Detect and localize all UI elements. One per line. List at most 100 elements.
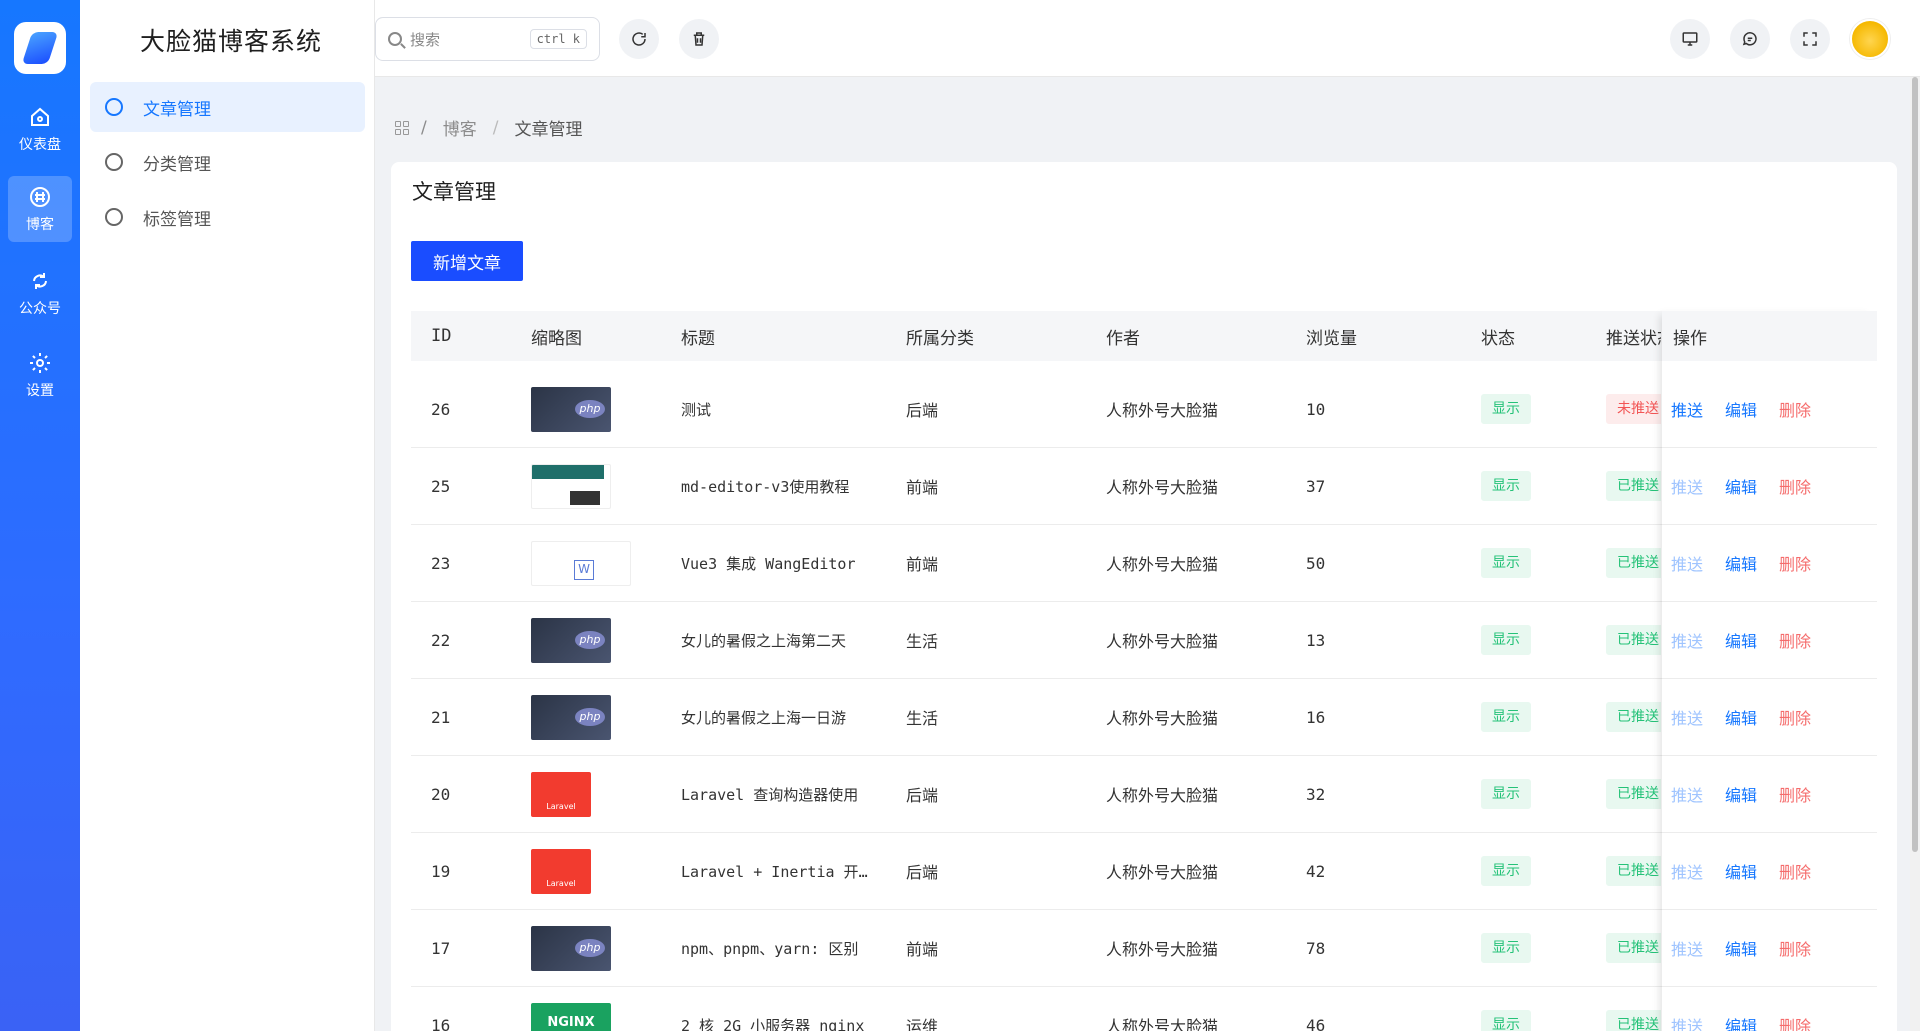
cell-push: 未推送 xyxy=(1606,394,1661,424)
table-body: 26测试后端人称外号大脸猫10显示未推送推送编辑删除25md-editor-v3… xyxy=(411,361,1877,1031)
edit-button[interactable]: 编辑 xyxy=(1725,1013,1757,1031)
cell-status: 显示 xyxy=(1481,471,1531,501)
push-button[interactable]: 推送 xyxy=(1671,397,1703,421)
table-row: 23 Vue3 集成 WangEditor 前端 人称外号大脸猫 50 显示 已推送推送编辑… xyxy=(411,525,1877,602)
edit-button[interactable]: 编辑 xyxy=(1725,859,1757,883)
cell-ops: 推送 编辑 删除 xyxy=(1671,936,1811,960)
cell-id: 16 xyxy=(431,1015,451,1031)
page-scrollbar[interactable] xyxy=(1910,77,1920,1031)
cell-thumb xyxy=(531,540,631,586)
delete-button[interactable]: 删除 xyxy=(1779,474,1811,498)
edit-button[interactable]: 编辑 xyxy=(1725,474,1757,498)
delete-button[interactable]: 删除 xyxy=(1779,936,1811,960)
edit-button[interactable]: 编辑 xyxy=(1725,705,1757,729)
edit-button[interactable]: 编辑 xyxy=(1725,397,1757,421)
push-button[interactable]: 推送 xyxy=(1671,705,1703,729)
fullscreen-icon xyxy=(1803,32,1817,46)
delete-button[interactable]: 删除 xyxy=(1779,397,1811,421)
cell-category: 后端 xyxy=(906,401,939,420)
table-row: 16 2 核 2G 小服务器 nginx 运维 人称外号大脸猫 46 显示 已推送推送 编辑 删… xyxy=(411,987,1877,1031)
cell-ops: 推送 编辑 删除 xyxy=(1671,628,1811,652)
cell-status: 显示 xyxy=(1481,856,1531,886)
push-status-badge: 已推送 xyxy=(1606,471,1661,501)
cell-thumb xyxy=(531,617,611,663)
cell-author: 人称外号大脸猫 xyxy=(1106,940,1219,959)
delete-button[interactable]: 删除 xyxy=(1779,859,1811,883)
submenu-item-categories[interactable]: 分类管理 xyxy=(90,137,365,187)
table-row: 22 女儿的暑假之上海第二天 生活 人称外号大脸猫 13 显示 已推送推送编辑删除 xyxy=(411,602,1877,679)
clear-cache-button[interactable] xyxy=(679,19,719,59)
cell-views: 42 xyxy=(1306,861,1326,881)
cell-author: 人称外号大脸猫 xyxy=(1106,786,1219,805)
delete-button[interactable]: 删除 xyxy=(1779,628,1811,652)
user-avatar[interactable] xyxy=(1850,19,1890,59)
thumbnail-image xyxy=(531,463,611,509)
cell-id: 26 xyxy=(431,399,451,419)
push-button[interactable]: 推送 xyxy=(1671,936,1703,960)
rail-item-blog[interactable]: 博客 xyxy=(8,176,72,242)
chat-icon xyxy=(1742,32,1757,46)
rail-item-dashboard[interactable]: 仪表盘 xyxy=(8,96,72,162)
cell-thumb xyxy=(531,386,611,432)
delete-button[interactable]: 删除 xyxy=(1779,1013,1811,1031)
refresh-button[interactable] xyxy=(619,19,659,59)
cell-id: 23 xyxy=(431,553,451,573)
fullscreen-button[interactable] xyxy=(1790,19,1830,59)
cell-views: 32 xyxy=(1306,784,1326,804)
breadcrumb-parent[interactable]: 博客 xyxy=(443,115,477,140)
cell-id: 21 xyxy=(431,707,451,727)
search-input[interactable]: 搜索 ctrl k xyxy=(375,17,600,61)
push-button[interactable]: 推送 xyxy=(1671,628,1703,652)
message-button[interactable] xyxy=(1730,19,1770,59)
delete-button[interactable]: 删除 xyxy=(1779,705,1811,729)
status-badge: 显示 xyxy=(1481,394,1531,424)
col-ops: 操作 xyxy=(1673,328,1707,349)
status-badge: 显示 xyxy=(1481,471,1531,501)
submenu-item-tags[interactable]: 标签管理 xyxy=(90,192,365,242)
push-button[interactable]: 推送 xyxy=(1671,859,1703,883)
edit-button[interactable]: 编辑 xyxy=(1725,628,1757,652)
search-shortcut: ctrl k xyxy=(529,29,587,49)
delete-button[interactable]: 删除 xyxy=(1779,782,1811,806)
cell-id: 20 xyxy=(431,784,451,804)
cell-category: 运维 xyxy=(906,1017,939,1031)
delete-button[interactable]: 删除 xyxy=(1779,551,1811,575)
cell-author: 人称外号大脸猫 xyxy=(1106,1017,1219,1031)
trash-icon xyxy=(693,32,705,46)
app-logo[interactable] xyxy=(14,22,66,74)
screen-button[interactable] xyxy=(1670,19,1710,59)
cell-title: 测试 xyxy=(681,400,712,419)
cell-title: npm、pnpm、yarn: 区别 xyxy=(681,939,859,958)
push-button[interactable]: 推送 xyxy=(1671,782,1703,806)
edit-button[interactable]: 编辑 xyxy=(1725,551,1757,575)
rail-item-settings[interactable]: 设置 xyxy=(8,342,72,408)
cell-category: 生活 xyxy=(906,632,939,651)
cell-views: 46 xyxy=(1306,1015,1326,1031)
push-button[interactable]: 推送 xyxy=(1671,474,1703,498)
monitor-icon xyxy=(1682,32,1698,46)
push-button[interactable]: 推送 xyxy=(1671,1013,1703,1031)
thumbnail-image xyxy=(531,1002,611,1031)
status-badge: 显示 xyxy=(1481,779,1531,809)
col-author: 作者 xyxy=(1106,328,1140,349)
cell-author: 人称外号大脸猫 xyxy=(1106,478,1219,497)
rail-item-label: 博客 xyxy=(26,217,54,233)
thumbnail-image xyxy=(531,771,591,817)
push-button[interactable]: 推送 xyxy=(1671,551,1703,575)
cell-title: Laravel + Inertia 开发 xyxy=(681,862,871,881)
rail-item-wechat[interactable]: 公众号 xyxy=(8,260,72,326)
edit-button[interactable]: 编辑 xyxy=(1725,782,1757,806)
cell-views: 13 xyxy=(1306,630,1326,650)
cell-thumb xyxy=(531,694,611,740)
add-article-button[interactable]: 新增文章 xyxy=(411,241,523,281)
cell-title: md-editor-v3使用教程 xyxy=(681,477,850,496)
edit-button[interactable]: 编辑 xyxy=(1725,936,1757,960)
breadcrumb-current: 文章管理 xyxy=(514,120,583,140)
status-badge: 显示 xyxy=(1481,933,1531,963)
table-header: ID 缩略图 标题 所属分类 作者 浏览量 状态 推送状态 操作 xyxy=(411,311,1877,361)
cell-push: 已推送 xyxy=(1606,779,1661,809)
logo-mark-icon xyxy=(21,32,59,64)
submenu-item-articles[interactable]: 文章管理 xyxy=(90,82,365,132)
scrollbar-thumb[interactable] xyxy=(1912,77,1918,852)
cell-title: Vue3 集成 WangEditor xyxy=(681,554,856,573)
